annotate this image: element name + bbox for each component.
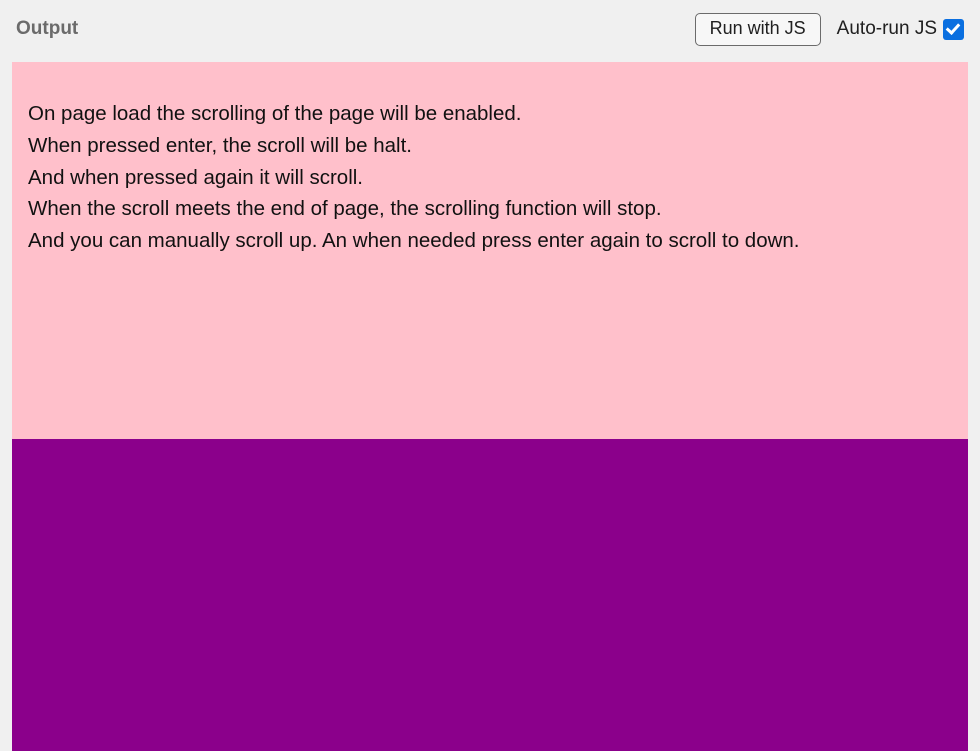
output-title: Output — [16, 18, 78, 40]
info-line: When the scroll meets the end of page, t… — [28, 193, 952, 225]
output-header: Output Run with JS Auto-run JS — [0, 0, 980, 62]
section-pink: On page load the scrolling of the page w… — [12, 62, 968, 439]
info-line: And when pressed again it will scroll. — [28, 162, 952, 194]
autorun-label: Auto-run JS — [837, 18, 937, 40]
section-purple — [12, 439, 968, 751]
info-line: And you can manually scroll up. An when … — [28, 225, 952, 257]
run-with-js-button[interactable]: Run with JS — [695, 13, 821, 46]
info-text: On page load the scrolling of the page w… — [28, 98, 952, 257]
info-line: On page load the scrolling of the page w… — [28, 98, 952, 130]
info-line: When pressed enter, the scroll will be h… — [28, 130, 952, 162]
output-body[interactable]: On page load the scrolling of the page w… — [12, 62, 968, 751]
header-controls: Run with JS Auto-run JS — [695, 13, 964, 46]
autorun-group: Auto-run JS — [837, 18, 964, 40]
autorun-checkbox[interactable] — [943, 19, 964, 40]
